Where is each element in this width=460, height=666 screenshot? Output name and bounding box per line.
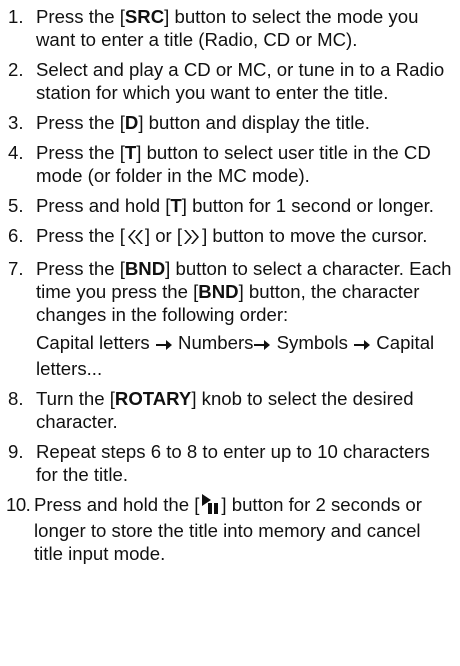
step-number: 6. [8,225,24,246]
step-number: 8. [8,388,24,409]
step-text-part: Press the [ [36,142,125,163]
step-text-part: ] or [ [144,225,183,246]
button-name-bnd: BND [198,281,239,302]
button-name-d: D [124,112,139,133]
step-text-part: Press the [ [36,225,125,246]
button-name-rotary: ROTARY [114,388,192,409]
step-text-part: Press the [ [36,112,125,133]
step-9: 9. Repeat steps 6 to 8 to enter up to 10… [8,440,454,486]
character-order: Capital letters Numbers Symbols Capital … [36,331,454,380]
right-arrow-icon [155,334,173,357]
step-text: Press the [ ] or [ ] button to move the cu… [36,224,454,250]
step-text: Press the [D] button and display the tit… [36,111,454,134]
step-text: Repeat steps 6 to 8 to enter up to 10 ch… [36,440,454,486]
step-7: 7. Press the [BND] button to select a ch… [8,257,454,380]
step-1: 1. Press the [SRC] button to select the … [8,5,454,51]
rewind-icon [125,227,145,250]
step-text: Press and hold [T] button for 1 second o… [36,194,454,217]
play-pause-icon [199,494,221,519]
step-8: 8. Turn the [ROTARY] knob to select the … [8,387,454,433]
order-item: Capital letters [36,332,150,353]
step-text-part: Press and hold the [ [34,494,200,515]
step-6: 6. Press the [ ] or [ ] button to move the… [8,224,454,250]
step-number: 10. [6,494,31,515]
step-text-part: Press and hold [ [36,195,171,216]
step-number: 3. [8,112,24,133]
order-item: Symbols [276,332,348,353]
steps-list: 1. Press the [SRC] button to select the … [6,5,454,565]
step-text-part: ] button to move the cursor. [202,225,428,246]
step-10: 10. Press and hold the [] button for 2 s… [6,493,454,565]
button-name-t: T [170,195,182,216]
step-text: Press the [SRC] button to select the mod… [36,5,454,51]
step-text-part: Turn the [ [36,388,115,409]
button-name-bnd: BND [124,258,166,279]
button-name-t: T [124,142,137,163]
step-number: 9. [8,441,24,462]
step-text: Press the [T] button to select user titl… [36,141,454,187]
step-text-part: ] button for 1 second or longer. [181,195,434,216]
step-number: 5. [8,195,24,216]
step-text: Press the [BND] button to select a chara… [36,257,454,380]
step-text-part: Select and play a CD or MC, or tune in t… [36,59,445,103]
step-text: Turn the [ROTARY] knob to select the des… [36,387,454,433]
step-3: 3. Press the [D] button and display the … [8,111,454,134]
step-number: 2. [8,59,24,80]
button-name-src: SRC [124,6,165,27]
step-text-part: Press the [ [36,258,125,279]
right-arrow-icon [253,334,271,357]
right-arrow-icon [353,334,371,357]
step-2: 2. Select and play a CD or MC, or tune i… [8,58,454,104]
order-item: Numbers [178,332,254,353]
instruction-page: 1. Press the [SRC] button to select the … [0,0,460,666]
step-text-part: ] button and display the title. [138,112,370,133]
step-text: Select and play a CD or MC, or tune in t… [36,58,454,104]
fast-forward-icon [182,227,202,250]
step-text: Press and hold the [] button for 2 secon… [34,493,454,565]
step-number: 4. [8,142,24,163]
step-4: 4. Press the [T] button to select user t… [8,141,454,187]
step-5: 5. Press and hold [T] button for 1 secon… [8,194,454,217]
step-text-part: Press the [ [36,6,125,27]
step-number: 7. [8,258,24,279]
step-text-part: Repeat steps 6 to 8 to enter up to 10 ch… [36,441,430,485]
step-number: 1. [8,6,24,27]
